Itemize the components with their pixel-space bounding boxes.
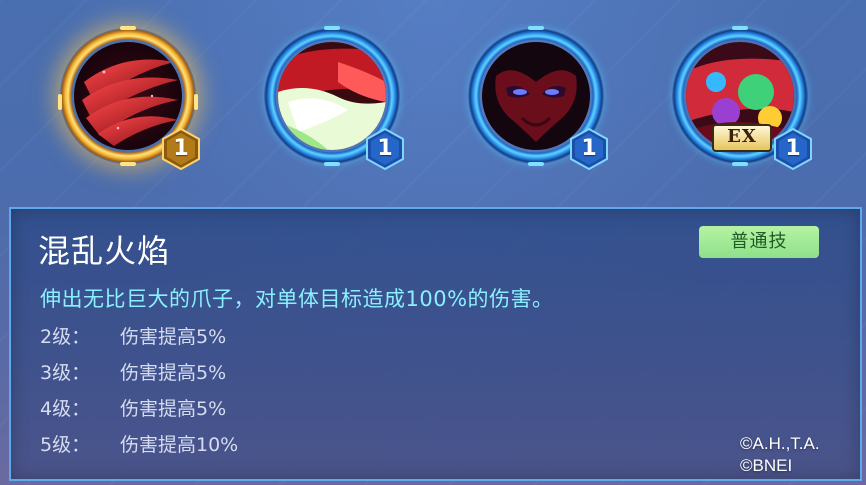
- list-item: 5级： 伤害提高10%: [40, 427, 238, 463]
- level-label: 2级：: [40, 326, 91, 348]
- copyright-line: ©A.H.,T.A.: [740, 434, 820, 453]
- copyright-notice: ©A.H.,T.A. ©BNEI: [740, 433, 820, 477]
- level-number: 1: [785, 136, 801, 161]
- skill-detail-panel: 混乱火焰 普通技 伸出无比巨大的爪子，对单体目标造成100%的伤害。 2级： 伤害…: [9, 207, 862, 481]
- level-label: 3级：: [40, 362, 91, 384]
- level-effect: 伤害提高5%: [120, 398, 227, 420]
- skill-title: 混乱火焰: [38, 232, 171, 270]
- skill-description: 伸出无比巨大的爪子，对单体目标造成100%的伤害。: [40, 287, 554, 311]
- level-effect: 伤害提高5%: [120, 326, 227, 348]
- skill-type-badge: 普通技: [699, 226, 819, 258]
- copyright-line: ©BNEI: [740, 456, 793, 475]
- list-item: 2级： 伤害提高5%: [40, 319, 238, 355]
- level-badge: 1: [162, 128, 200, 170]
- level-badge: 1: [774, 128, 812, 170]
- list-item: 3级： 伤害提高5%: [40, 355, 238, 391]
- level-number: 1: [581, 136, 597, 161]
- skill-slot-claw[interactable]: 1: [58, 26, 200, 178]
- level-upgrade-list: 2级： 伤害提高5% 3级： 伤害提高5% 4级： 伤害提高5% 5级： 伤害提高10%: [40, 319, 238, 463]
- list-item: 4级： 伤害提高5%: [40, 391, 238, 427]
- level-label: 4级：: [40, 398, 91, 420]
- skill-slot-flame[interactable]: 1: [264, 26, 404, 178]
- level-effect: 伤害提高5%: [120, 362, 227, 384]
- level-number: 1: [173, 136, 189, 161]
- level-effect: 伤害提高10%: [120, 434, 239, 456]
- level-badge: 1: [570, 128, 608, 170]
- skill-slot-ex[interactable]: EX 1: [672, 26, 812, 178]
- level-label: 5级：: [40, 434, 91, 456]
- skill-slot-mask[interactable]: 1: [468, 26, 608, 178]
- level-number: 1: [377, 136, 393, 161]
- ex-label: EX: [712, 124, 772, 152]
- level-badge: 1: [366, 128, 404, 170]
- skill-icon-row: 1 1 1 EX 1: [0, 0, 866, 200]
